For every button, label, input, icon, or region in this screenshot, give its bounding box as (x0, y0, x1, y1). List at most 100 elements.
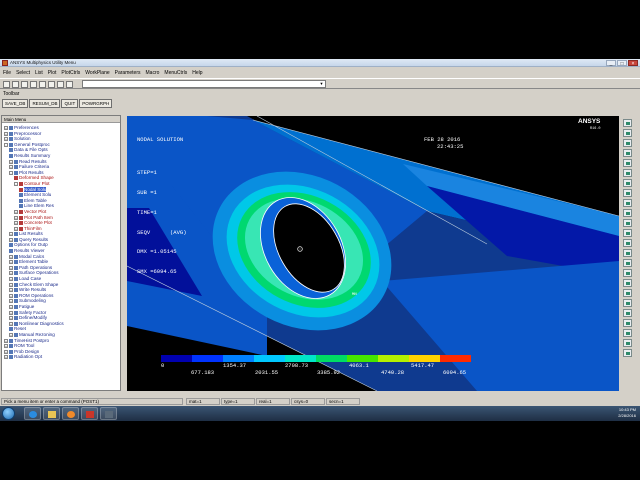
expand-icon[interactable]: + (9, 254, 13, 259)
expand-icon[interactable]: + (9, 293, 13, 298)
expand-icon[interactable]: + (9, 260, 13, 265)
view-tool-icon[interactable] (623, 169, 632, 177)
minimize-button[interactable]: _ (606, 60, 616, 67)
view-tool-icon[interactable] (623, 279, 632, 287)
expand-icon[interactable]: + (9, 237, 13, 242)
taskbar-ansys-icon[interactable] (81, 407, 98, 420)
menu-parameters[interactable]: Parameters (115, 70, 141, 76)
save-db-button[interactable]: SAVE_DB (2, 99, 29, 108)
expand-icon[interactable]: + (4, 355, 8, 360)
chevron-down-icon[interactable]: ▼ (318, 81, 325, 87)
collapse-icon[interactable]: - (9, 170, 13, 175)
expand-icon[interactable]: + (4, 137, 8, 142)
taskbar-ie-icon[interactable] (24, 407, 41, 420)
menu-item-icon (19, 204, 23, 209)
view-tool-icon[interactable] (623, 309, 632, 317)
view-tool-icon[interactable] (623, 319, 632, 327)
menu-item-icon (14, 265, 18, 270)
expand-icon[interactable]: + (4, 338, 8, 343)
view-tool-icon[interactable] (623, 189, 632, 197)
view-tool-icon[interactable] (623, 199, 632, 207)
expand-icon[interactable]: + (9, 271, 13, 276)
expand-icon[interactable]: + (14, 226, 18, 231)
view-tool-icon[interactable] (623, 299, 632, 307)
quit-button[interactable]: QUIT (61, 99, 79, 108)
new-file-icon[interactable] (3, 81, 10, 88)
expand-icon[interactable]: + (9, 321, 13, 326)
command-input[interactable] (82, 80, 326, 88)
expand-icon[interactable]: + (9, 282, 13, 287)
menu-tree-label: Plot Path Item (24, 214, 53, 220)
expand-icon[interactable]: + (9, 316, 13, 321)
menu-plotctrls[interactable]: PlotCtrls (61, 70, 80, 76)
expand-icon[interactable]: + (9, 332, 13, 337)
view-tool-icon[interactable] (623, 259, 632, 267)
expand-icon[interactable]: + (4, 349, 8, 354)
menu-menuctrls[interactable]: MenuCtrls (164, 70, 187, 76)
view-tool-icon[interactable] (623, 119, 632, 127)
view-tool-icon[interactable] (623, 329, 632, 337)
view-tool-icon[interactable] (623, 149, 632, 157)
taskbar-explorer-icon[interactable] (43, 407, 60, 420)
expand-icon[interactable]: + (9, 232, 13, 237)
expand-icon[interactable]: + (14, 221, 18, 226)
graphics-window[interactable]: NODAL SOLUTION STEP=1 SUB =1 TIME=1 SEQV… (127, 116, 619, 391)
expand-icon[interactable]: + (14, 209, 18, 214)
expand-icon[interactable]: + (9, 305, 13, 309)
open-file-icon[interactable] (12, 81, 19, 88)
expand-icon[interactable]: + (9, 277, 13, 282)
expand-icon[interactable]: + (9, 165, 13, 170)
view-tool-icon[interactable] (623, 229, 632, 237)
menu-list[interactable]: List (35, 70, 43, 76)
menu-tree-label: Contour Plot (24, 180, 50, 186)
close-button[interactable]: × (628, 60, 638, 67)
menu-macro[interactable]: Macro (146, 70, 160, 76)
view-tool-icon[interactable] (623, 339, 632, 347)
taskbar-app-icon[interactable] (100, 407, 117, 420)
menu-select[interactable]: Select (16, 70, 30, 76)
menu-item-icon (14, 305, 18, 309)
view-tool-icon[interactable] (623, 219, 632, 227)
menu-file[interactable]: File (3, 70, 11, 76)
pan-zoom-rotate-icon[interactable] (30, 81, 37, 88)
expand-icon[interactable]: + (9, 265, 13, 270)
view-tool-icon[interactable] (623, 159, 632, 167)
expand-icon[interactable]: + (4, 344, 8, 349)
powergraph-button[interactable]: POWRGRPH (79, 99, 113, 108)
image-capture-icon[interactable] (39, 81, 46, 88)
taskbar-media-icon[interactable] (62, 407, 79, 420)
report-generator-icon[interactable] (48, 81, 55, 88)
collapse-icon[interactable]: - (14, 181, 18, 186)
menu-help[interactable]: Help (192, 70, 202, 76)
view-tool-icon[interactable] (623, 349, 632, 357)
expand-icon[interactable]: + (4, 126, 8, 130)
menu-tree-label: Failure Criteria (19, 164, 50, 170)
maximize-button[interactable]: □ (617, 60, 627, 67)
menu-tree-item[interactable]: + Radiation Opt (2, 354, 120, 360)
menu-plot[interactable]: Plot (48, 70, 57, 76)
expand-icon[interactable]: + (9, 288, 13, 293)
collapse-icon[interactable]: - (4, 142, 8, 147)
expand-icon[interactable]: + (14, 215, 18, 220)
view-tool-icon[interactable] (623, 239, 632, 247)
expand-icon[interactable]: + (9, 310, 13, 315)
view-tool-icon[interactable] (623, 129, 632, 137)
windows-start-icon[interactable] (2, 407, 15, 420)
resume-db-button[interactable]: RESUM_DB (29, 99, 61, 108)
expand-icon[interactable]: + (9, 299, 13, 304)
expand-icon[interactable]: + (4, 131, 8, 136)
status-csys: csys=0 (291, 398, 325, 405)
menu-tree-label: Data & File Opts (14, 147, 48, 153)
menu-tree-label: Plot Results (19, 169, 44, 175)
view-tool-icon[interactable] (623, 139, 632, 147)
expand-icon[interactable]: + (9, 159, 13, 164)
save-icon[interactable] (21, 81, 28, 88)
view-tool-icon[interactable] (623, 179, 632, 187)
help-icon[interactable] (66, 81, 73, 88)
contact-manager-icon[interactable] (57, 81, 64, 88)
view-tool-icon[interactable] (623, 209, 632, 217)
view-tool-icon[interactable] (623, 289, 632, 297)
view-tool-icon[interactable] (623, 249, 632, 257)
menu-workplane[interactable]: WorkPlane (85, 70, 109, 76)
view-tool-icon[interactable] (623, 269, 632, 277)
